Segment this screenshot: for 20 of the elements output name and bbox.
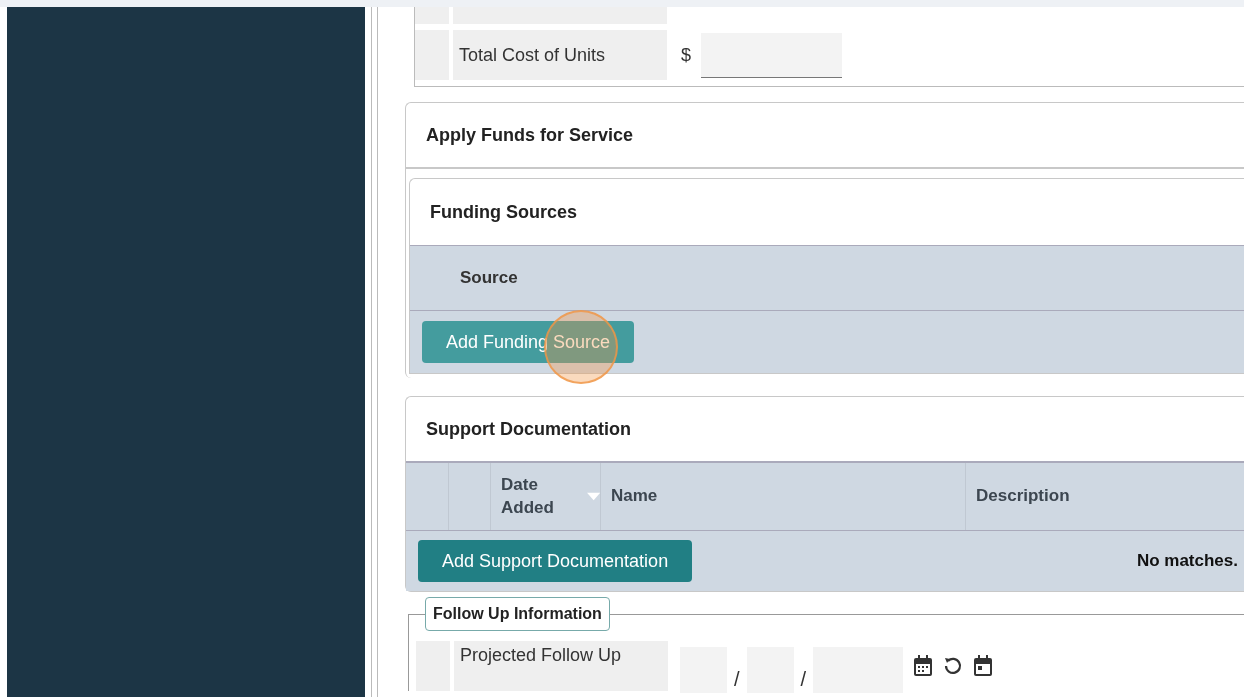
reset-icon[interactable] [943,656,964,676]
column-header[interactable]: Date Added [491,463,601,530]
fieldset-legend: Follow Up Information [425,597,610,631]
row-stub [415,30,449,80]
input-field[interactable] [701,32,842,78]
field-label: Total Cost of Units [453,30,667,80]
calendar-icon[interactable] [973,655,994,677]
sort-caret-icon [586,492,600,501]
column-header[interactable]: Description [966,463,1244,530]
empty-message: No matches. [1136,551,1238,571]
column-header[interactable]: Name [601,463,966,530]
calendar-icon[interactable] [913,655,934,677]
field-label: Projected Follow Up [454,641,668,691]
currency-symbol: $ [681,44,691,66]
date-separator: / [734,668,740,691]
column-header: Source [460,268,518,288]
section-title: Apply Funds for Service [406,103,1244,169]
date-separator: / [800,668,807,691]
row-stub [415,7,449,24]
add-support-documentation-button[interactable]: Add Support Documentation [418,540,693,582]
